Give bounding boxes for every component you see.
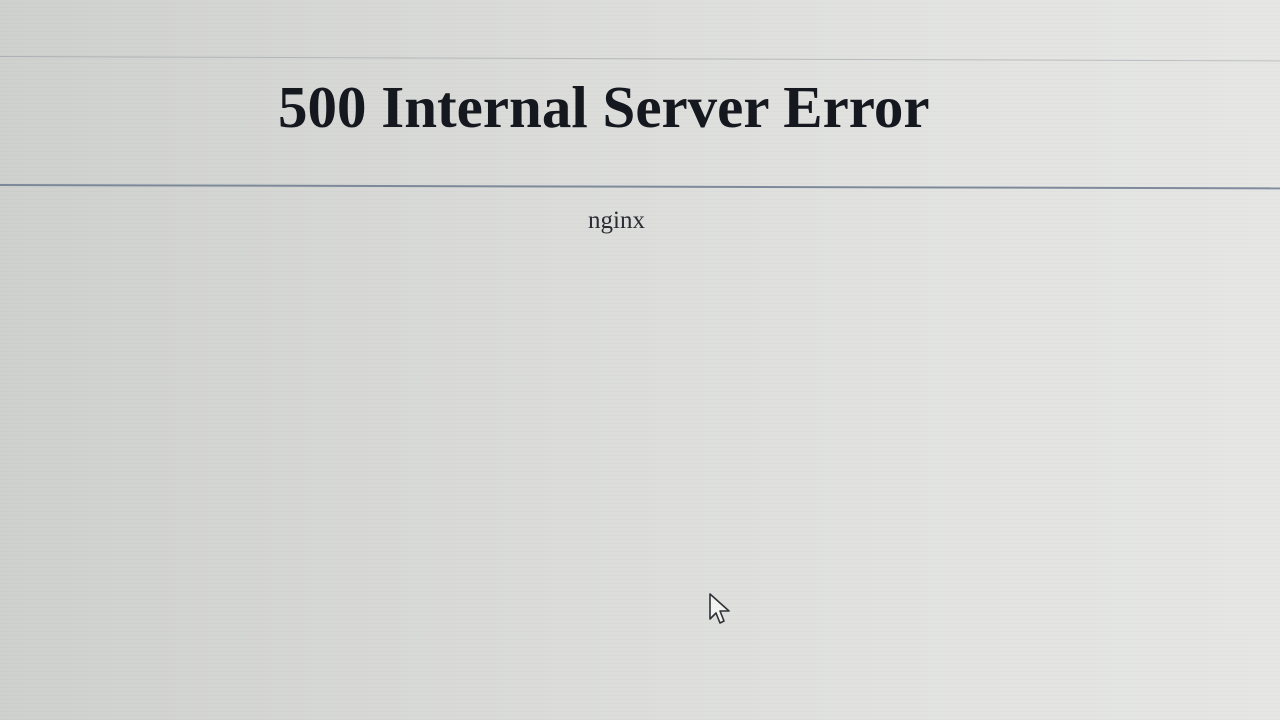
server-signature: nginx — [588, 207, 645, 234]
top-rule — [0, 56, 1280, 62]
horizontal-rule — [0, 184, 1280, 190]
error-page: 500 Internal Server Error nginx — [0, 0, 1280, 720]
error-heading: 500 Internal Server Error — [278, 74, 930, 140]
arrow-cursor-icon — [709, 593, 730, 624]
